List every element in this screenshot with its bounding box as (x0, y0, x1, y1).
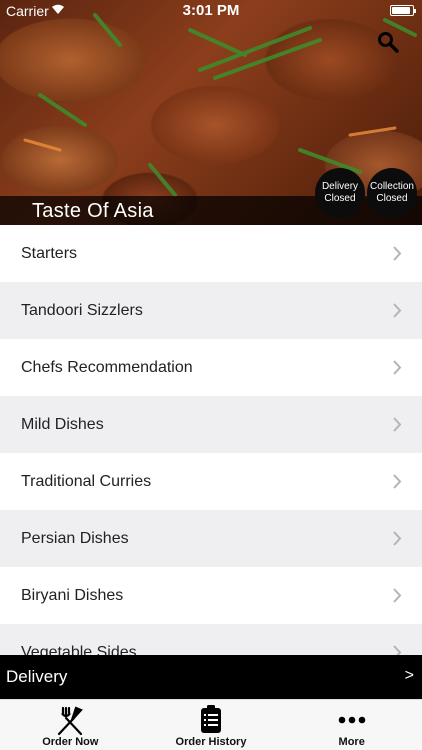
delivery-status-badge: Delivery Closed (315, 168, 365, 218)
status-bar: Carrier 3:01 PM (0, 0, 422, 22)
menu-category-item[interactable]: Traditional Curries (0, 453, 422, 510)
menu-category-label: Traditional Curries (21, 472, 152, 490)
collection-status-badge: Collection Closed (367, 168, 417, 218)
delivery-status-line1: Delivery (321, 181, 359, 192)
hero-image: Carrier 3:01 PM Taste Of Asia Delivery C… (0, 0, 422, 225)
menu-category-item[interactable]: Mild Dishes (0, 396, 422, 453)
delivery-mode-bar[interactable]: Delivery > (0, 655, 422, 699)
tab-label: Order Now (42, 736, 99, 748)
tab-label: More (338, 736, 365, 748)
menu-category-item[interactable]: Persian Dishes (0, 510, 422, 567)
battery-fill (392, 7, 411, 14)
chevron-right-icon (393, 645, 402, 655)
tab-order-now[interactable]: Order Now (0, 700, 141, 750)
chevron-right-icon (393, 531, 402, 546)
tab-order-history[interactable]: Order History (141, 700, 282, 750)
menu-category-item[interactable]: Tandoori Sizzlers (0, 282, 422, 339)
clipboard-icon (201, 705, 221, 733)
delivery-mode-label: Delivery (6, 667, 68, 686)
menu-category-label: Mild Dishes (21, 415, 104, 433)
battery-icon (390, 5, 416, 16)
tab-bar: Order Now Order History More (0, 699, 422, 750)
menu-category-list[interactable]: Starters Tandoori Sizzlers Chefs Recommend… (0, 225, 422, 655)
delivery-status-line2: Closed (324, 193, 356, 204)
chevron-right-icon (393, 246, 402, 261)
more-dots-icon (338, 716, 365, 724)
tab-more[interactable]: More (281, 700, 422, 750)
chevron-right-icon (393, 360, 402, 375)
menu-category-label: Vegetable Sides (21, 643, 137, 656)
menu-category-item[interactable]: Vegetable Sides (0, 624, 422, 655)
delivery-arrow-icon: > (404, 667, 414, 684)
chevron-right-icon (393, 417, 402, 432)
collection-status-line2: Closed (376, 193, 408, 204)
menu-category-label: Tandoori Sizzlers (21, 301, 143, 319)
menu-category-item[interactable]: Chefs Recommendation (0, 339, 422, 396)
tab-label: Order History (175, 736, 247, 748)
menu-category-label: Persian Dishes (21, 529, 129, 547)
status-time: 3:01 PM (182, 2, 240, 19)
menu-category-label: Biryani Dishes (21, 586, 124, 604)
chevron-right-icon (393, 303, 402, 318)
chevron-right-icon (393, 588, 402, 603)
menu-category-item[interactable]: Starters (0, 225, 422, 282)
fork-knife-icon (58, 706, 84, 736)
menu-category-label: Chefs Recommendation (21, 358, 193, 376)
chevron-right-icon (393, 474, 402, 489)
search-icon[interactable] (376, 30, 400, 54)
collection-status-line1: Collection (370, 181, 414, 192)
menu-category-item[interactable]: Biryani Dishes (0, 567, 422, 624)
app-root: Carrier 3:01 PM Taste Of Asia Delivery C… (0, 0, 422, 750)
menu-category-label: Starters (21, 244, 78, 262)
restaurant-name: Taste Of Asia (32, 200, 154, 222)
